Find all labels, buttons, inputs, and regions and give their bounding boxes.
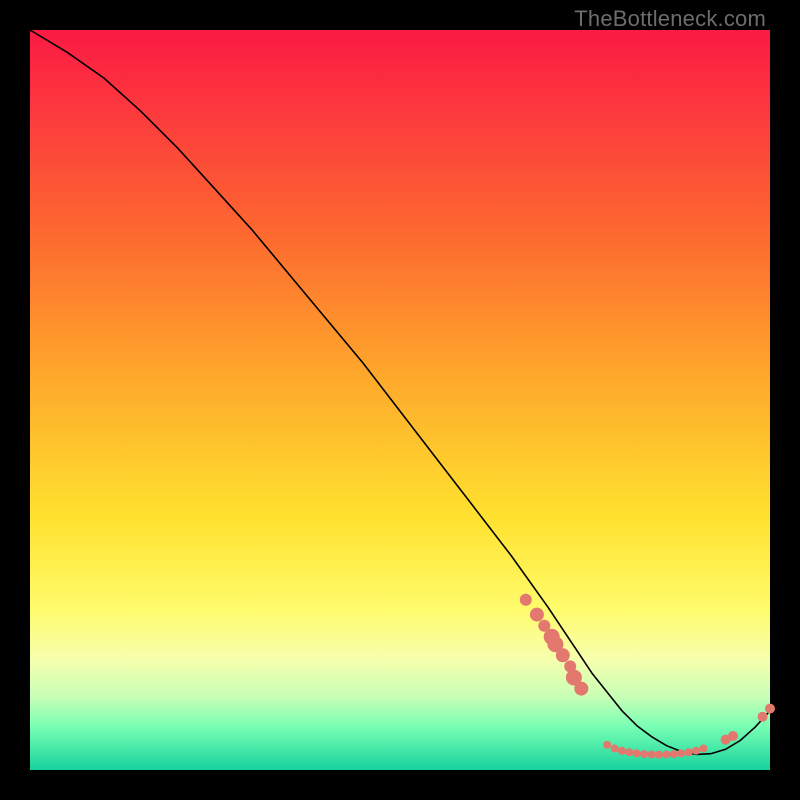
right-dots-lower-dot [728,731,738,741]
valley-band-dot [655,751,663,759]
plot-area [30,30,770,770]
chart-overlay [30,30,770,770]
valley-band-dot [618,747,626,755]
valley-band-dot [677,749,685,757]
valley-band-dot [640,750,648,758]
right-dots-upper-dot [765,704,775,714]
chart-stage: TheBottleneck.com [0,0,800,800]
valley-band-dot [611,745,619,753]
cluster-mid-right-dot [574,682,588,696]
valley-band-dot [603,741,611,749]
valley-band-dot [685,748,693,756]
watermark-text: TheBottleneck.com [574,6,766,32]
valley-band-dot [662,750,670,758]
cluster-mid-left-dot [530,608,544,622]
valley-band-dot [648,750,656,758]
right-dots-upper-dot [758,712,768,722]
cluster-mid-left-dot [520,594,532,606]
valley-band-dot [670,750,678,758]
valley-band-dot [692,747,700,755]
bottleneck-curve [30,30,770,754]
valley-band-dot [625,748,633,756]
cluster-mid-left-dot [556,648,570,662]
valley-band-dot [699,745,707,753]
valley-band-dot [633,749,641,757]
